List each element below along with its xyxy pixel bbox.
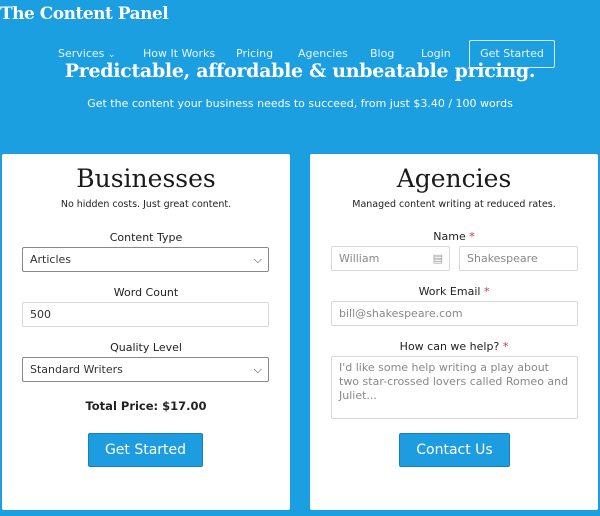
content-type-label: Content Type bbox=[109, 231, 183, 244]
help-label: How can we help? * bbox=[310, 340, 598, 353]
content-type-select[interactable]: Articles ⌵ bbox=[22, 247, 269, 272]
quality-level-value: Standard Writers bbox=[30, 363, 123, 376]
get-started-button[interactable]: Get Started bbox=[88, 433, 203, 467]
businesses-title: Businesses bbox=[76, 164, 216, 193]
name-label-text: Name bbox=[433, 230, 466, 243]
logo[interactable]: The Content Panel bbox=[0, 4, 169, 24]
hero-title: Predictable, affordable & unbeatable pri… bbox=[64, 60, 536, 82]
required-mark: * bbox=[483, 285, 490, 298]
content-type-value: Articles bbox=[30, 253, 72, 266]
work-email-label: Work Email * bbox=[310, 285, 598, 298]
quality-level-select[interactable]: Standard Writers ⌵ bbox=[22, 357, 269, 382]
businesses-tagline: No hidden costs. Just great content. bbox=[60, 199, 232, 210]
chevron-down-icon: ⌵ bbox=[253, 253, 262, 266]
work-email-input[interactable]: bill@shakespeare.com bbox=[331, 301, 578, 326]
chevron-down-icon: ⌄ bbox=[107, 50, 116, 60]
agencies-card: Agencies Managed content writing at redu… bbox=[310, 154, 598, 510]
work-email-label-text: Work Email bbox=[418, 285, 481, 298]
name-label: Name * bbox=[310, 230, 598, 243]
help-label-text: How can we help? bbox=[399, 340, 500, 353]
nav-blog[interactable]: Blog bbox=[370, 47, 394, 60]
businesses-card: Businesses No hidden costs. Just great c… bbox=[2, 154, 290, 510]
nav-how-it-works[interactable]: How It Works bbox=[143, 47, 215, 60]
nav-services[interactable]: Services ⌄ bbox=[58, 47, 115, 60]
agencies-title: Agencies bbox=[396, 164, 512, 193]
hero-subtitle: Get the content your business needs to s… bbox=[87, 97, 513, 110]
required-mark: * bbox=[469, 230, 475, 243]
nav-agencies[interactable]: Agencies bbox=[298, 47, 348, 60]
contact-us-button[interactable]: Contact Us bbox=[399, 433, 510, 467]
quality-level-label: Quality Level bbox=[110, 341, 182, 354]
required-mark: * bbox=[502, 340, 509, 353]
first-name-input[interactable]: William ▤ bbox=[331, 246, 450, 271]
word-count-label: Word Count bbox=[113, 286, 179, 299]
agencies-tagline: Managed content writing at reduced rates… bbox=[352, 199, 556, 210]
contact-card-icon: ▤ bbox=[432, 252, 443, 265]
word-count-input[interactable]: 500 bbox=[22, 302, 269, 327]
chevron-down-icon: ⌵ bbox=[253, 363, 262, 376]
last-name-input[interactable]: Shakespeare bbox=[459, 246, 578, 271]
nav-pricing[interactable]: Pricing bbox=[236, 47, 273, 60]
first-name-placeholder: William bbox=[339, 252, 380, 265]
total-price: Total Price: $17.00 bbox=[85, 399, 207, 413]
help-textarea[interactable]: I'd like some help writing a play about … bbox=[331, 356, 578, 419]
nav-login[interactable]: Login bbox=[421, 47, 451, 60]
